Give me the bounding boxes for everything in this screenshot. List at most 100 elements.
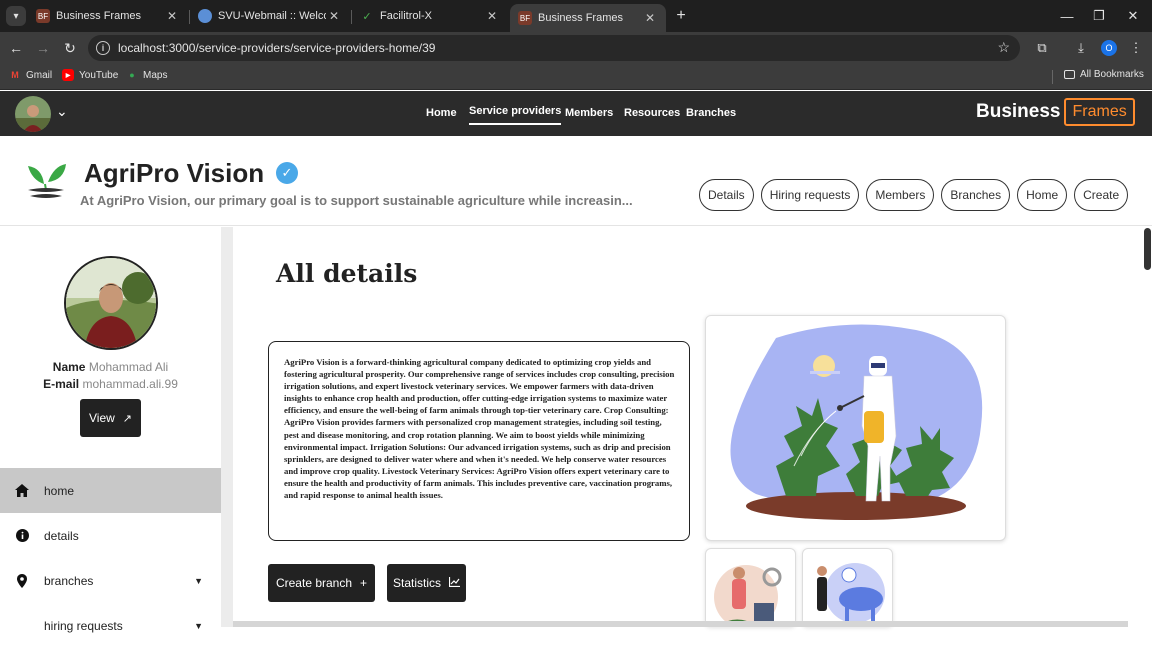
caret-down-icon[interactable]: ▼ <box>194 576 203 586</box>
company-description-box: AgriPro Vision is a forward-thinking agr… <box>268 341 690 541</box>
nav-branches[interactable]: Branches <box>686 107 736 119</box>
gallery-thumbnail-2[interactable] <box>802 548 893 627</box>
sidebar-item-label: hiring requests <box>44 618 123 633</box>
back-arrow-icon[interactable]: ← <box>7 39 25 57</box>
close-tab-icon[interactable]: ✕ <box>164 8 180 24</box>
tab-title: Facilitrol-X <box>380 10 432 22</box>
statistics-button[interactable]: Statistics <box>387 564 466 602</box>
browser-tab-3[interactable]: ✓ Facilitrol-X ✕ <box>352 4 508 28</box>
external-link-icon: ↗ <box>122 412 132 425</box>
hiring-requests-button[interactable]: Hiring requests <box>760 179 860 211</box>
email-label: E-mail <box>43 377 80 391</box>
branches-button[interactable]: Branches <box>941 179 1011 211</box>
bookmark-label: Maps <box>143 69 168 81</box>
globe-favicon-icon <box>198 9 212 23</box>
business-frames-favicon-icon: BF <box>518 11 532 25</box>
bookmark-youtube[interactable]: ▶ YouTube <box>62 69 118 81</box>
home-icon <box>15 484 29 497</box>
bookmark-gmail[interactable]: M Gmail <box>9 69 52 81</box>
address-bar[interactable]: i localhost:3000/service-providers/servi… <box>88 35 1020 61</box>
sidebar: Name Mohammad Ali E-mail mohammad.ali.99… <box>0 227 221 633</box>
folder-icon <box>1064 70 1075 79</box>
bookmark-star-icon[interactable]: ☆ <box>997 39 1010 56</box>
bookmark-label: Gmail <box>26 69 53 81</box>
brand-text-frames: Frames <box>1064 98 1135 126</box>
brand-logo[interactable]: Business Frames <box>976 98 1135 126</box>
bookmark-label: YouTube <box>79 69 119 81</box>
all-bookmarks-button[interactable]: All Bookmarks <box>1064 69 1144 80</box>
home-button[interactable]: Home <box>1017 179 1068 211</box>
close-tab-icon[interactable]: ✕ <box>326 8 342 24</box>
browser-tab-1[interactable]: BF Business Frames ✕ <box>28 4 188 28</box>
sidebar-divider <box>221 227 233 627</box>
url-text[interactable]: localhost:3000/service-providers/service… <box>118 41 435 55</box>
sidebar-item-hiring-requests[interactable]: hiring requests ▼ <box>0 603 221 648</box>
vertical-scrollbar-thumb[interactable] <box>1144 228 1151 270</box>
email-value: mohammad.ali.99 <box>82 377 178 391</box>
company-description-text: AgriPro Vision is a forward-thinking agr… <box>284 357 675 501</box>
nav-members[interactable]: Members <box>565 107 613 119</box>
agripro-logo-icon <box>24 160 68 204</box>
brand-text-business: Business <box>976 101 1061 122</box>
info-icon <box>15 529 29 542</box>
sidebar-item-branches[interactable]: branches ▼ <box>0 558 221 603</box>
plus-icon: + <box>360 576 368 590</box>
company-tagline: At AgriPro Vision, our primary goal is t… <box>80 193 633 208</box>
nav-home[interactable]: Home <box>426 107 457 119</box>
browser-tab-4-active[interactable]: BF Business Frames ✕ <box>510 4 666 32</box>
chart-line-icon <box>448 576 460 590</box>
veterinary-cow-illustration <box>817 563 885 623</box>
extensions-puzzle-icon[interactable]: ⧉ <box>1033 39 1051 57</box>
bookmark-maps[interactable]: ● Maps <box>126 69 167 81</box>
bookmarks-divider <box>1052 70 1053 84</box>
new-tab-plus-icon[interactable]: + <box>672 7 690 25</box>
restore-window-icon[interactable]: ❐ <box>1090 7 1108 25</box>
create-branch-button[interactable]: Create branch + <box>268 564 375 602</box>
gallery-thumbnail-1[interactable] <box>705 548 796 627</box>
members-button[interactable]: Members <box>866 179 935 211</box>
verified-badge-icon: ✓ <box>276 162 298 184</box>
youtube-icon: ▶ <box>62 69 74 81</box>
gmail-icon: M <box>11 70 19 80</box>
user-avatar[interactable] <box>15 96 51 132</box>
download-icon[interactable]: ⤓ <box>1072 39 1090 57</box>
close-window-icon[interactable]: ✕ <box>1124 7 1142 25</box>
maps-pin-icon: ● <box>129 70 135 80</box>
browser-profile-avatar[interactable]: O <box>1101 40 1117 56</box>
name-label: Name <box>52 360 86 374</box>
company-header: AgriPro Vision ✓ At AgriPro Vision, our … <box>0 136 1152 226</box>
sidebar-item-home[interactable]: home <box>0 468 221 513</box>
all-bookmarks-label: All Bookmarks <box>1080 69 1144 80</box>
browser-menu-kebab-icon[interactable]: ⋮ <box>1127 39 1145 57</box>
profile-photo <box>64 256 158 350</box>
create-button[interactable]: Create <box>1074 179 1129 211</box>
reload-icon[interactable]: ↻ <box>61 39 79 57</box>
forward-arrow-icon[interactable]: → <box>34 39 52 57</box>
tab-search-icon[interactable]: ▾ <box>6 6 26 26</box>
caret-down-icon[interactable]: ▼ <box>194 621 203 631</box>
app-navbar: ⌄ Home Service providers Members Resourc… <box>0 91 1152 136</box>
close-tab-icon[interactable]: ✕ <box>642 10 658 26</box>
view-button-label: View <box>88 411 115 425</box>
profile-name-row: Name Mohammad Ali <box>0 360 221 374</box>
site-info-icon[interactable]: i <box>96 41 110 55</box>
vertical-scrollbar[interactable] <box>1143 227 1152 627</box>
horizontal-scrollbar[interactable] <box>233 621 1128 627</box>
main-illustration-card[interactable] <box>705 315 1006 541</box>
sidebar-item-label: details <box>44 528 79 543</box>
consulting-illustration <box>714 565 782 626</box>
nav-service-providers[interactable]: Service providers <box>469 105 562 125</box>
view-profile-button[interactable]: View ↗ <box>80 399 141 437</box>
nav-resources[interactable]: Resources <box>624 107 680 119</box>
minimize-icon[interactable]: — <box>1058 7 1076 25</box>
browser-tab-2[interactable]: SVU-Webmail :: Welcome ✕ <box>190 4 350 28</box>
details-button[interactable]: Details <box>699 179 754 211</box>
location-pin-icon <box>15 573 29 588</box>
company-action-pills: Details Hiring requests Members Branches… <box>699 179 1135 211</box>
sidebar-item-details[interactable]: details <box>0 513 221 558</box>
browser-tab-strip: ▾ BF Business Frames ✕ SVU-Webmail :: We… <box>0 0 1152 32</box>
chevron-down-icon[interactable]: ⌄ <box>56 103 68 120</box>
sidebar-item-label: branches <box>44 573 94 588</box>
sidebar-item-label: home <box>44 483 75 498</box>
close-tab-icon[interactable]: ✕ <box>484 8 500 24</box>
